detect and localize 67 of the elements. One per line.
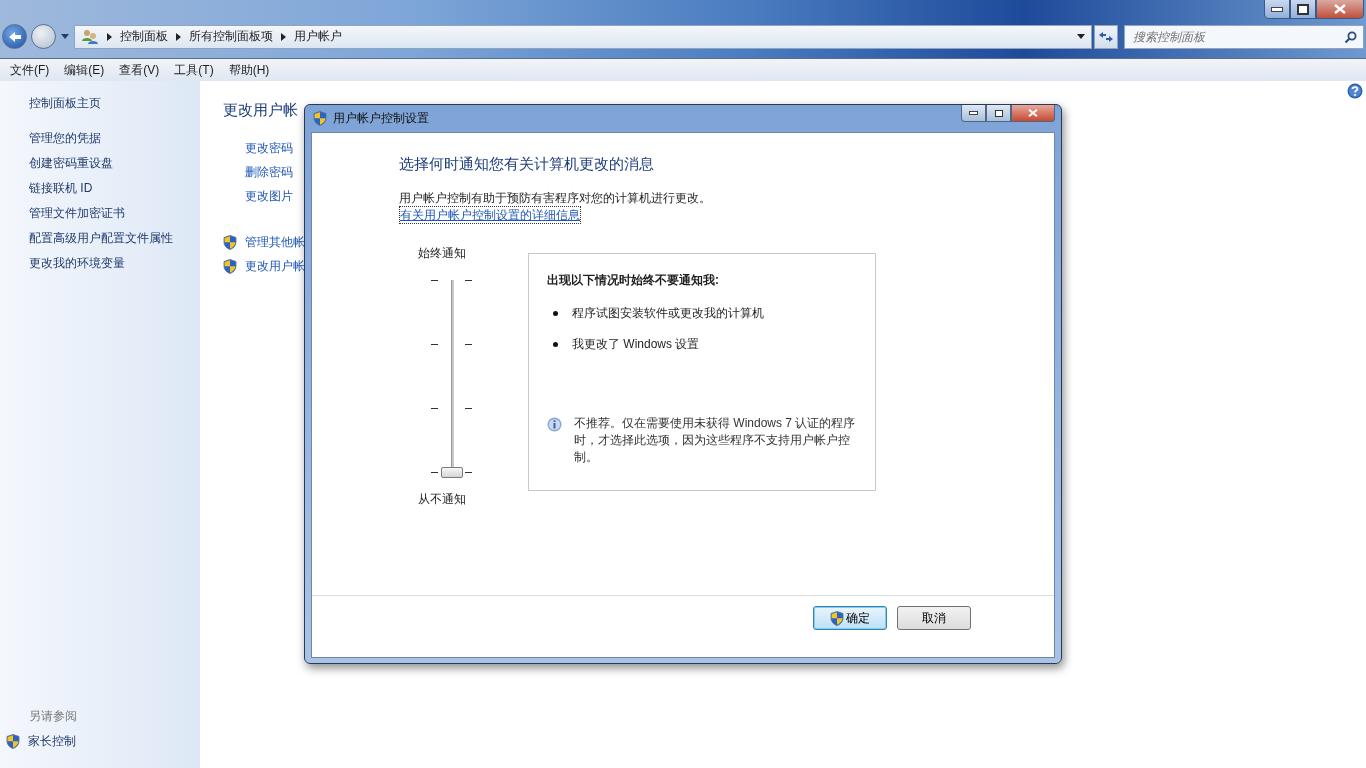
shield-icon (223, 234, 237, 250)
search-field[interactable]: 搜索控制面板 (1124, 24, 1364, 49)
note-text: 不推荐。仅在需要使用未获得 Windows 7 认证的程序时，才选择此选项，因为这些程序不支持用户帐户控制。 (574, 415, 857, 466)
sidebar-link[interactable]: 管理文件加密证书 (29, 205, 125, 222)
task-link[interactable]: 更改图片 (245, 188, 293, 204)
dialog-button[interactable]: 取消 (897, 606, 971, 630)
info-title: 出现以下情况时始终不要通知我: (547, 272, 720, 289)
search-icon (1344, 30, 1357, 44)
chevron-icon[interactable] (176, 32, 181, 41)
restore-button[interactable] (1290, 0, 1316, 19)
menu-item[interactable]: 工具(T) (174, 61, 214, 79)
sidebar-link[interactable]: 控制面板主页 (29, 95, 101, 112)
shield-icon (223, 258, 237, 274)
shield-icon (6, 734, 20, 749)
dialog-heading: 选择何时通知您有关计算机更改的消息 (399, 155, 654, 174)
menu-item[interactable]: 查看(V) (119, 61, 160, 79)
forward-button[interactable] (31, 24, 56, 49)
sidebar-link[interactable]: 更改我的环境变量 (29, 255, 125, 272)
sidebar-link[interactable]: 链接联机 ID (29, 180, 93, 197)
close-icon (1334, 4, 1346, 14)
task-link[interactable]: 更改用户帐 (245, 258, 305, 274)
breadcrumb-item[interactable]: 所有控制面板项 (189, 28, 273, 45)
info-icon (547, 417, 562, 432)
chevron-icon[interactable] (107, 32, 112, 41)
maximize-button[interactable] (986, 105, 1011, 122)
bullet-text: 程序试图安装软件或更改我的计算机 (572, 305, 764, 322)
sidebar-link[interactable]: 创建密码重设盘 (29, 155, 113, 172)
breadcrumb-item[interactable]: 用户帐户 (294, 28, 342, 45)
slider-label: 始终通知 (418, 245, 466, 261)
bullet-text: 我更改了 Windows 设置 (572, 336, 700, 353)
shield-icon (313, 111, 327, 126)
task-link[interactable]: 删除密码 (245, 164, 293, 180)
refresh-button[interactable] (1094, 24, 1118, 49)
help-icon[interactable] (1347, 83, 1363, 99)
task-link[interactable]: 更改密码 (245, 140, 293, 156)
shield-icon (830, 610, 844, 626)
close-button[interactable] (1316, 0, 1364, 19)
close-button[interactable] (1011, 105, 1055, 122)
breadcrumb-item[interactable]: 控制面板 (120, 28, 168, 45)
users-icon (81, 28, 99, 45)
minimize-button[interactable] (1264, 0, 1290, 19)
menu-item[interactable]: 编辑(E) (64, 61, 105, 79)
caret-icon[interactable] (61, 34, 69, 39)
bullet-icon (553, 311, 558, 316)
back-button[interactable] (2, 24, 27, 49)
task-link[interactable]: 管理其他帐 (245, 234, 305, 250)
sidebar-link[interactable]: 配置高级用户配置文件属性 (29, 230, 173, 247)
sidebar-link[interactable]: 家长控制 (28, 733, 76, 750)
menu-item[interactable]: 文件(F) (10, 61, 50, 79)
chevron-icon[interactable] (281, 32, 286, 41)
slider-label: 从不通知 (418, 491, 466, 507)
minimize-button[interactable] (961, 105, 986, 122)
dialog-title: 用户帐户控制设置 (333, 110, 429, 127)
address-field[interactable]: 控制面板 所有控制面板项 用户帐户 (74, 24, 1092, 49)
bullet-icon (553, 342, 558, 347)
page-heading: 更改用户帐 (223, 101, 298, 120)
refresh-icon (1098, 29, 1114, 44)
description-text: 用户帐户控制有助于预防有害程序对您的计算机进行更改。 (399, 190, 711, 206)
slider-thumb[interactable] (440, 467, 463, 478)
section-title: 另请参阅 (29, 708, 77, 725)
close-icon (1028, 109, 1038, 117)
details-link[interactable]: 有关用户帐户控制设置的详细信息 (399, 206, 581, 224)
menu-item[interactable]: 帮助(H) (228, 61, 270, 79)
sidebar-link[interactable]: 管理您的凭据 (29, 130, 101, 147)
arrow-icon (7, 30, 22, 43)
dropdown-icon[interactable] (1077, 34, 1085, 39)
dialog-button[interactable]: 确定 (813, 606, 887, 630)
